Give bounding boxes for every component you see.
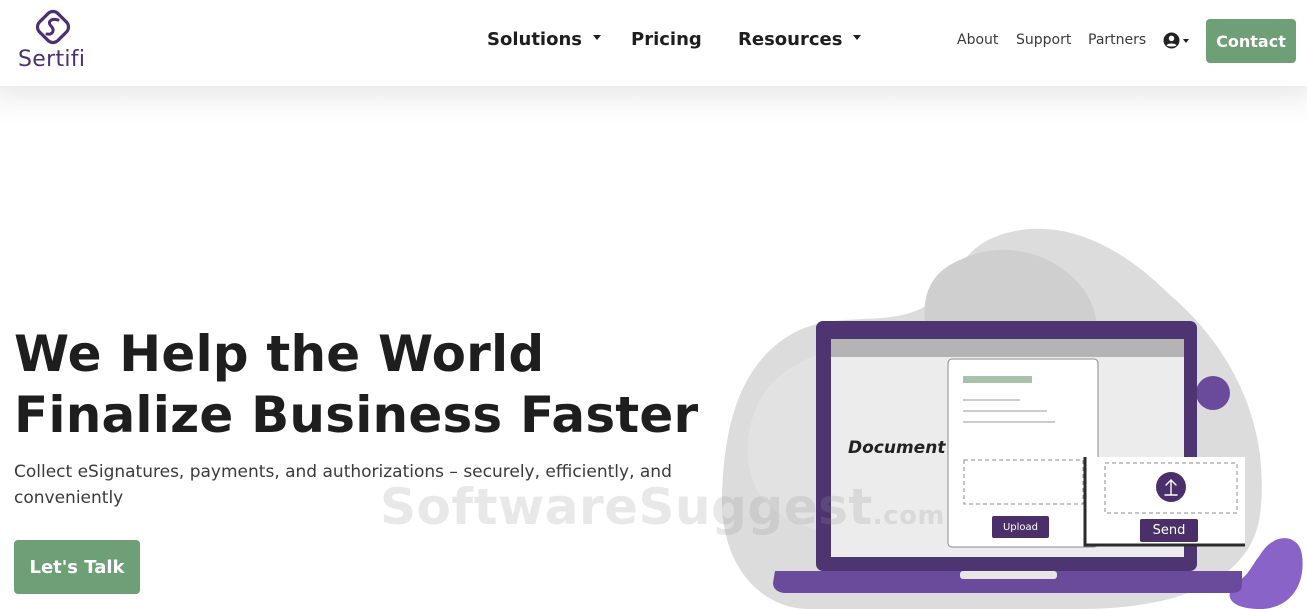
nav-solutions-label: Solutions — [487, 29, 582, 50]
sertifi-s-logo-icon — [35, 9, 71, 45]
chevron-down-icon — [1183, 38, 1189, 43]
nav-solutions[interactable]: Solutions — [487, 29, 601, 50]
upload-button: Upload — [992, 516, 1049, 538]
hero-subtitle: Collect eSignatures, payments, and autho… — [14, 462, 672, 508]
illustration-graphic — [721, 228, 1303, 609]
nav-resources[interactable]: Resources — [738, 29, 862, 50]
site-header: Sertifi Solutions Pricing Resources Abou… — [0, 0, 1307, 86]
lets-talk-button[interactable]: Let's Talk — [14, 540, 140, 594]
contact-button[interactable]: Contact — [1206, 19, 1296, 63]
hero-title: We Help the World Finalize Business Fast… — [14, 324, 714, 446]
user-circle-icon — [1163, 32, 1180, 49]
chevron-down-icon — [592, 35, 601, 40]
hero-title-line-1: We Help the World — [14, 325, 545, 383]
user-account-menu[interactable] — [1163, 32, 1189, 49]
nav-support[interactable]: Support — [1016, 32, 1071, 48]
header-shadow — [0, 86, 1307, 124]
hero-title-line-2: Finalize Business Faster — [14, 386, 699, 444]
brand-name: Sertifi — [18, 47, 86, 72]
document-label: Document — [848, 438, 946, 458]
nav-pricing[interactable]: Pricing — [631, 29, 702, 50]
nav-about[interactable]: About — [957, 32, 998, 48]
sertifi-logo[interactable]: Sertifi — [16, 9, 92, 75]
send-button: Send — [1140, 519, 1198, 542]
chevron-down-icon — [853, 35, 862, 40]
hero-illustration: Document Upload Send — [700, 225, 1307, 609]
nav-pricing-label: Pricing — [631, 29, 702, 50]
nav-partners[interactable]: Partners — [1088, 32, 1146, 48]
nav-resources-label: Resources — [738, 29, 843, 50]
purple-dot — [1196, 376, 1230, 410]
